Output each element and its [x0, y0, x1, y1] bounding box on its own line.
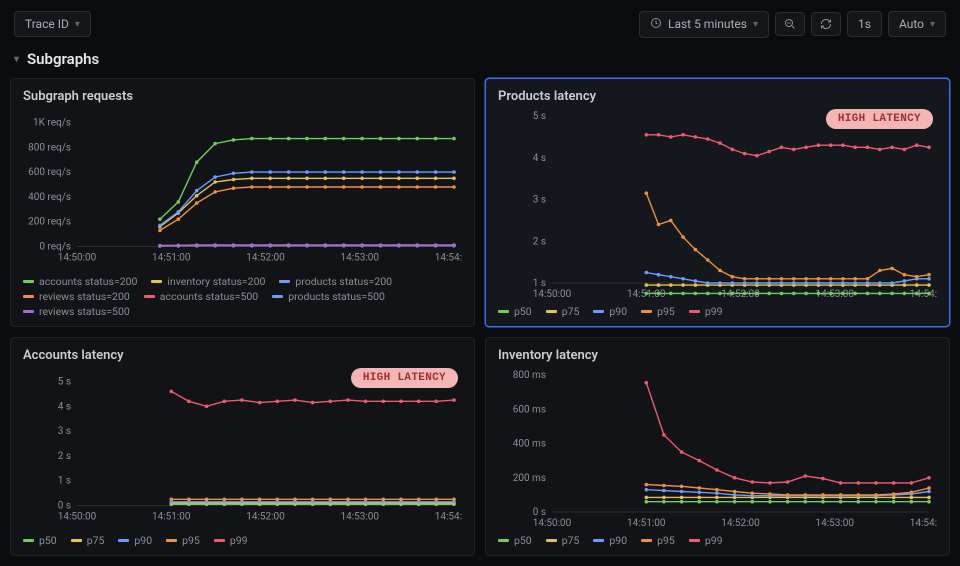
svg-text:600 req/s: 600 req/s: [28, 167, 71, 178]
svg-text:3 s: 3 s: [58, 426, 71, 437]
section-header[interactable]: ▾ Subgraphs: [0, 44, 960, 78]
legend-item[interactable]: p99: [689, 534, 723, 547]
legend-item[interactable]: p75: [71, 534, 105, 547]
svg-text:14:53:00: 14:53:00: [340, 512, 379, 523]
chevron-down-icon: ▾: [75, 19, 80, 30]
panel-grid: Subgraph requests 1K req/s 800 req/s 600 r…: [0, 78, 960, 566]
svg-text:14:50:00: 14:50:00: [58, 512, 97, 523]
svg-text:14:50:00: 14:50:00: [58, 253, 97, 264]
legend: p50 p75 p90 p95 p99: [498, 530, 937, 547]
svg-text:14:54:00: 14:54:00: [435, 253, 462, 264]
svg-text:400 req/s: 400 req/s: [28, 192, 71, 203]
legend-item[interactable]: accounts status=200: [23, 275, 137, 288]
legend: accounts status=200 inventory status=200 p…: [23, 271, 462, 318]
refresh-button[interactable]: [811, 12, 841, 36]
svg-text:14:54:00: 14:54:00: [910, 289, 937, 300]
svg-text:14:52:00: 14:52:00: [246, 512, 285, 523]
legend-item[interactable]: p90: [593, 534, 627, 547]
refresh-interval[interactable]: 1s: [847, 11, 882, 37]
panel-title: Subgraph requests: [23, 89, 462, 104]
legend-item[interactable]: p99: [214, 534, 248, 547]
chevron-down-icon: ▾: [753, 19, 758, 30]
time-range-picker[interactable]: Last 5 minutes ▾: [639, 11, 769, 38]
svg-text:800 req/s: 800 req/s: [28, 142, 71, 153]
svg-text:600 ms: 600 ms: [513, 404, 546, 415]
svg-text:14:51:00: 14:51:00: [152, 253, 191, 264]
svg-text:0 s: 0 s: [533, 507, 546, 518]
toolbar: Trace ID ▾ Last 5 minutes ▾ 1s Auto ▾: [0, 0, 960, 44]
chevron-down-icon: ▾: [930, 19, 935, 30]
svg-text:0 req/s: 0 req/s: [39, 242, 71, 253]
svg-text:400 ms: 400 ms: [513, 439, 546, 450]
svg-text:4 s: 4 s: [533, 153, 546, 164]
svg-text:5 s: 5 s: [533, 111, 546, 122]
legend-item[interactable]: p95: [641, 305, 675, 318]
legend-item[interactable]: p75: [546, 305, 580, 318]
svg-text:200 req/s: 200 req/s: [28, 217, 71, 228]
chart: 1K req/s 800 req/s 600 req/s 400 req/s 200 r…: [23, 108, 462, 271]
clock-icon: [650, 17, 662, 32]
legend-item[interactable]: p50: [498, 305, 532, 318]
svg-text:14:50:00: 14:50:00: [533, 518, 572, 529]
panel-title: Accounts latency: [23, 348, 462, 363]
svg-text:1 s: 1 s: [533, 278, 546, 289]
chart: 5 s4 s3 s2 s1 s14:50:0014:51:0014:52:001…: [498, 108, 937, 301]
svg-text:14:53:00: 14:53:00: [340, 253, 379, 264]
trace-id-dropdown[interactable]: Trace ID ▾: [14, 11, 91, 37]
legend-item[interactable]: products status=500: [272, 290, 385, 303]
panel-subgraph-requests[interactable]: Subgraph requests 1K req/s 800 req/s 600 r…: [10, 78, 475, 327]
svg-text:14:51:00: 14:51:00: [627, 518, 666, 529]
svg-text:14:52:00: 14:52:00: [721, 289, 760, 300]
legend-item[interactable]: p75: [546, 534, 580, 547]
svg-text:200 ms: 200 ms: [513, 473, 546, 484]
legend-item[interactable]: p50: [498, 534, 532, 547]
legend-item[interactable]: p99: [689, 305, 723, 318]
legend: p50 p75 p90 p95 p99: [498, 301, 937, 318]
refresh-mode[interactable]: Auto ▾: [888, 11, 946, 37]
legend-item[interactable]: p90: [118, 534, 152, 547]
panel-title: Products latency: [498, 89, 937, 104]
svg-text:2 s: 2 s: [533, 236, 546, 247]
legend-item[interactable]: accounts status=500: [144, 290, 258, 303]
legend-item[interactable]: reviews status=500: [23, 305, 130, 318]
svg-text:14:52:00: 14:52:00: [246, 253, 285, 264]
svg-text:3 s: 3 s: [533, 195, 546, 206]
svg-text:14:53:00: 14:53:00: [815, 289, 854, 300]
legend-item[interactable]: p50: [23, 534, 57, 547]
chart: 800 ms 600 ms 400 ms 200 ms 0 s14:50:00 14:51…: [498, 367, 937, 530]
svg-text:800 ms: 800 ms: [513, 370, 546, 381]
svg-text:5 s: 5 s: [58, 377, 71, 388]
svg-text:1 s: 1 s: [58, 476, 71, 487]
section-title: Subgraphs: [27, 50, 99, 68]
trace-id-label: Trace ID: [25, 17, 69, 31]
refresh-interval-label: 1s: [858, 17, 871, 31]
svg-text:1K req/s: 1K req/s: [33, 118, 71, 129]
svg-text:4 s: 4 s: [58, 401, 71, 412]
zoom-out-button[interactable]: [775, 12, 805, 36]
panel-products-latency[interactable]: Products latency HIGH LATENCY 5 s4 s3 s2…: [485, 78, 950, 327]
legend-item[interactable]: p95: [641, 534, 675, 547]
panel-inventory-latency[interactable]: Inventory latency 800 ms 600 ms 400 ms 200 …: [485, 337, 950, 556]
svg-text:14:50:00: 14:50:00: [533, 289, 572, 300]
svg-text:14:51:00: 14:51:00: [152, 512, 191, 523]
svg-text:2 s: 2 s: [58, 451, 71, 462]
legend-item[interactable]: inventory status=200: [151, 275, 265, 288]
svg-text:14:54:00: 14:54:00: [910, 518, 937, 529]
svg-text:14:53:00: 14:53:00: [815, 518, 854, 529]
time-range-label: Last 5 minutes: [668, 17, 747, 31]
legend: p50 p75 p90 p95 p99: [23, 530, 462, 547]
refresh-mode-label: Auto: [899, 17, 924, 31]
panel-title: Inventory latency: [498, 348, 937, 363]
legend-item[interactable]: p90: [593, 305, 627, 318]
legend-item[interactable]: p95: [166, 534, 200, 547]
panel-accounts-latency[interactable]: Accounts latency HIGH LATENCY 5 s4 s3 s2…: [10, 337, 475, 556]
legend-item[interactable]: products status=200: [279, 275, 392, 288]
svg-text:14:52:00: 14:52:00: [721, 518, 760, 529]
chevron-down-icon: ▾: [14, 54, 19, 65]
svg-text:14:54:00: 14:54:00: [435, 512, 462, 523]
svg-text:0 s: 0 s: [58, 501, 71, 512]
legend-item[interactable]: reviews status=200: [23, 290, 130, 303]
chart: 5 s 4 s 3 s 2 s 1 s 0 s14:50:00 14:51:00 14:52:…: [23, 367, 462, 530]
